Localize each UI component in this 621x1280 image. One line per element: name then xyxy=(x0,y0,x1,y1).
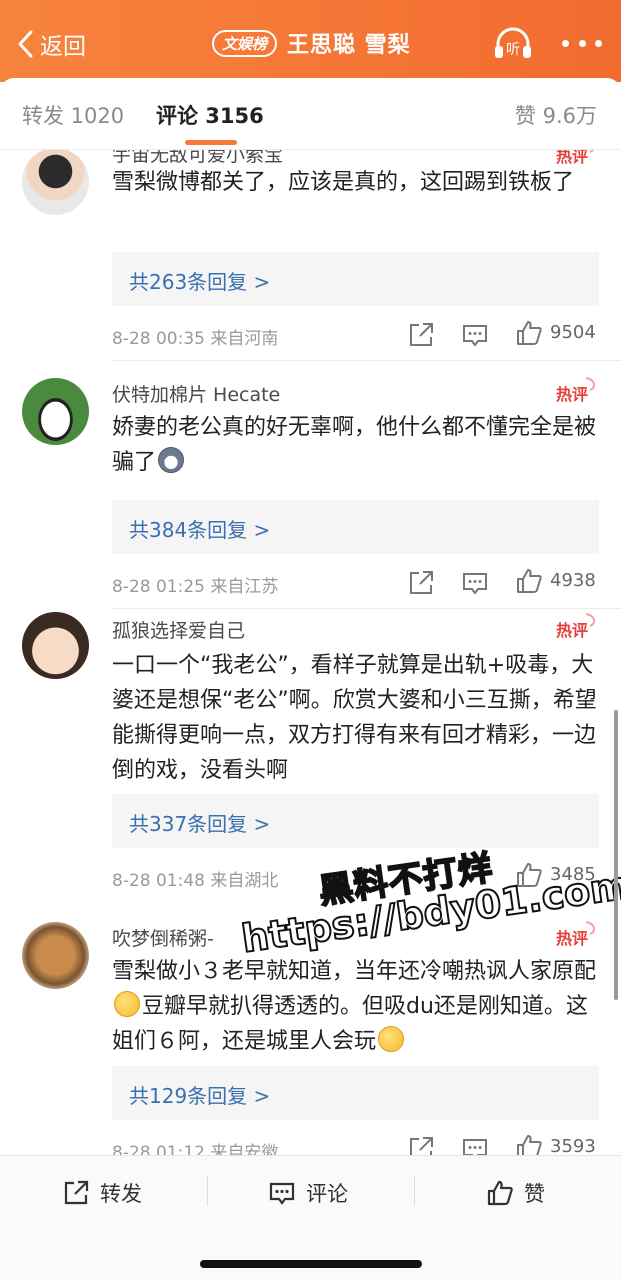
svg-text:热评: 热评 xyxy=(556,385,588,404)
avatar[interactable] xyxy=(22,378,89,445)
divider xyxy=(414,1176,415,1206)
thumb-up-icon xyxy=(487,1180,513,1206)
svg-text:热评: 热评 xyxy=(556,621,588,640)
like-count: 4938 xyxy=(550,570,596,591)
thumb-up-icon[interactable] xyxy=(514,318,544,348)
comment-icon[interactable] xyxy=(460,1134,490,1155)
comment-text: 一口一个“我老公”，看样子就算是出轨+吸毒，大婆还是想保“老公”啊。欣赏大婆和小… xyxy=(112,653,597,783)
avatar[interactable] xyxy=(22,922,89,989)
more-menu-button[interactable] xyxy=(562,28,602,58)
like-count: 3593 xyxy=(550,1136,596,1155)
comment-text: 雪梨做小３老早就知道，当年还冷嘲热讽人家原配豆瓣早就扒得透透的。但吸du还是刚知… xyxy=(112,959,597,1054)
bottom-action-bar: 转发 评论 赞 xyxy=(0,1155,621,1280)
share-icon[interactable] xyxy=(406,568,436,598)
view-replies-button[interactable]: 共129条回复 > xyxy=(112,1066,599,1120)
back-label: 返回 xyxy=(40,34,86,60)
comment-username[interactable]: 伏特加棉片 Hecate xyxy=(112,380,280,407)
comment-item: 吹梦倒稀粥- 热评 雪梨做小３老早就知道，当年还冷嘲热讽人家原配豆瓣早就扒得透透… xyxy=(0,916,621,1155)
divider xyxy=(112,360,621,361)
comment-username[interactable]: 孤狼选择爱自己 xyxy=(112,616,245,643)
divider xyxy=(112,608,621,609)
like-count: 9504 xyxy=(550,322,596,343)
replies-count-label: 共263条回复 > xyxy=(129,270,271,294)
chevron-left-icon xyxy=(18,30,33,58)
avatar[interactable] xyxy=(22,150,89,215)
divider xyxy=(207,1176,208,1206)
back-button[interactable]: 返回 xyxy=(16,24,86,64)
top-bar: 返回 文娱榜 王思聪 雪梨 听 xyxy=(0,0,621,82)
comment-username[interactable]: 吹梦倒稀粥- xyxy=(112,924,214,951)
like-button[interactable]: 赞 xyxy=(486,1178,545,1208)
page-title: 文娱榜 王思聪 雪梨 xyxy=(212,26,411,60)
svg-text:热评: 热评 xyxy=(556,150,588,166)
666-emoji-icon xyxy=(114,991,140,1017)
more-dot-icon xyxy=(578,39,586,47)
share-icon[interactable] xyxy=(406,1134,436,1155)
thumb-up-icon[interactable] xyxy=(514,566,544,596)
tab-forward[interactable]: 转发 1020 xyxy=(22,100,124,130)
view-replies-button[interactable]: 共263条回复 > xyxy=(112,252,599,306)
husky-emoji-icon xyxy=(158,447,185,473)
forward-label: 转发 xyxy=(100,1182,142,1206)
hot-comment-badge-icon: 热评 xyxy=(556,613,596,640)
share-icon xyxy=(64,1180,89,1205)
more-dot-icon xyxy=(595,39,602,47)
replies-count-label: 共337条回复 > xyxy=(129,812,271,836)
view-replies-button[interactable]: 共337条回复 > xyxy=(112,794,599,848)
comment-icon[interactable] xyxy=(460,568,490,598)
666-emoji-icon xyxy=(378,1026,405,1052)
home-indicator[interactable] xyxy=(200,1260,422,1268)
comment-icon xyxy=(269,1182,295,1205)
comment-item: 宇宙无敌可爱小萦宝 热评 雪梨微博都关了，应该是真的，这回踢到铁板了 共263条… xyxy=(0,150,621,362)
thumb-up-icon[interactable] xyxy=(514,1132,544,1155)
tab-bar: 转发 1020 评论 3156 赞 9.6万 xyxy=(0,78,621,150)
listen-label: 听 xyxy=(506,42,520,58)
comment-icon[interactable] xyxy=(460,320,490,350)
comment-text: 娇妻的老公真的好无辜啊，他什么都不懂完全是被骗了 xyxy=(112,415,597,475)
comment-meta: 8-28 01:12 来自安徽 xyxy=(112,1143,279,1155)
comment-list[interactable]: 宇宙无敌可爱小萦宝 热评 雪梨微博都关了，应该是真的，这回踢到铁板了 共263条… xyxy=(0,150,621,1155)
tab-likes[interactable]: 赞 9.6万 xyxy=(515,100,597,130)
comment-meta: 8-28 00:35 来自河南 xyxy=(112,329,279,349)
comment-meta: 8-28 01:25 来自江苏 xyxy=(112,577,279,597)
replies-count-label: 共384条回复 > xyxy=(129,518,271,542)
replies-count-label: 共129条回复 > xyxy=(129,1084,271,1108)
hot-comment-badge-icon: 热评 xyxy=(556,921,596,948)
active-tab-indicator xyxy=(185,140,237,145)
view-replies-button[interactable]: 共384条回复 > xyxy=(112,500,599,554)
entertainment-rank-badge[interactable]: 文娱榜 xyxy=(212,29,278,57)
share-icon[interactable] xyxy=(406,320,436,350)
comment-item: 孤狼选择爱自己 热评 一口一个“我老公”，看样子就算是出轨+吸毒，大婆还是想保“… xyxy=(0,610,621,900)
headphones-icon: 听 xyxy=(495,27,531,58)
topic-title: 王思聪 雪梨 xyxy=(287,33,411,58)
hot-comment-badge-icon: 热评 xyxy=(556,377,596,404)
more-dot-icon xyxy=(562,39,569,47)
comment-item: 伏特加棉片 Hecate 热评 娇妻的老公真的好无辜啊，他什么都不懂完全是被骗了… xyxy=(0,362,621,609)
avatar[interactable] xyxy=(22,612,89,679)
comment-button[interactable]: 评论 xyxy=(268,1178,348,1208)
forward-button[interactable]: 转发 xyxy=(62,1178,142,1208)
like-label: 赞 xyxy=(524,1182,545,1206)
scrollbar[interactable] xyxy=(614,710,618,1000)
comment-label: 评论 xyxy=(306,1182,348,1206)
comment-meta: 8-28 01:48 来自湖北 xyxy=(112,871,279,891)
listen-button[interactable]: 听 xyxy=(492,24,534,62)
svg-text:热评: 热评 xyxy=(556,929,588,948)
comment-text: 雪梨微博都关了，应该是真的，这回踢到铁板了 xyxy=(112,170,575,195)
